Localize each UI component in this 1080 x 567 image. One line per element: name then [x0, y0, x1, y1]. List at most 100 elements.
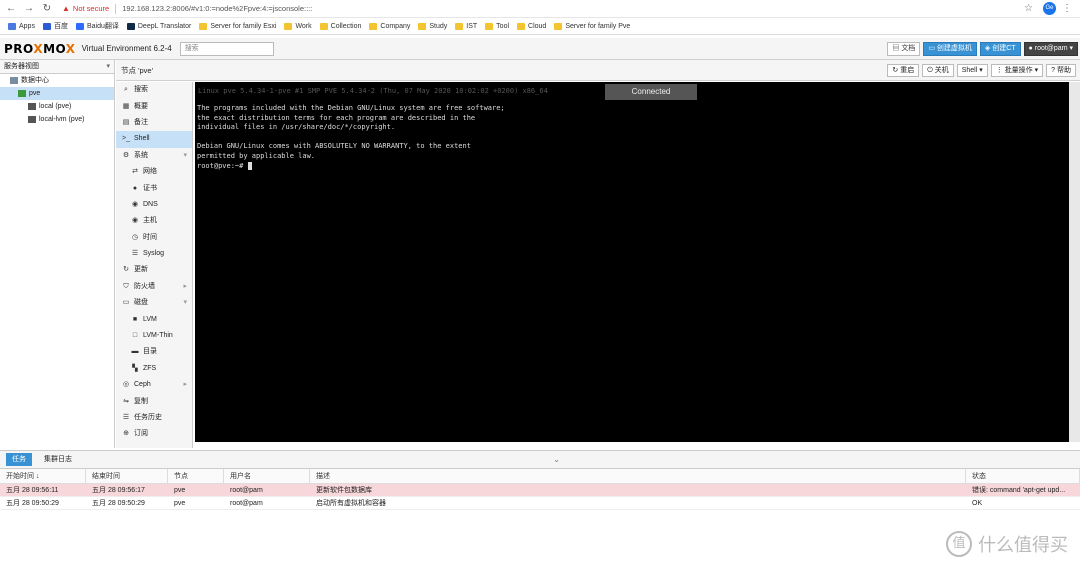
table-header: 开始时间 ↓ 结束时间 节点 用户名 描述 状态: [0, 468, 1080, 484]
bookmark-baidu[interactable]: 百度: [42, 21, 68, 31]
tab-cluster-log[interactable]: 集群日志: [38, 453, 78, 466]
watermark: 值什么值得买: [946, 531, 1068, 557]
search-input[interactable]: 搜索: [179, 41, 274, 56]
square-outline-icon: □: [132, 332, 138, 340]
notes-icon: ▤: [122, 118, 130, 126]
menu-item-time[interactable]: ◷ 时间: [116, 230, 192, 246]
menu-item-replication[interactable]: ⇋ 复制: [116, 393, 192, 409]
menu-item-system[interactable]: ⚙ 系统 ▾: [116, 148, 192, 164]
menu-item-firewall[interactable]: ⛉ 防火墙 ▸: [116, 279, 192, 295]
bookmark-folder[interactable]: Collection: [319, 22, 361, 30]
url-input[interactable]: ▲ Not secure 192.168.123.2:8006/#v1:0:=n…: [62, 2, 1024, 16]
shell-button[interactable]: Shell ▾: [956, 63, 988, 77]
user-menu-button[interactable]: ● root@pam ▾: [1023, 41, 1078, 56]
tab-tasks[interactable]: 任务: [6, 453, 32, 466]
bookmark-folder[interactable]: Study: [418, 22, 447, 30]
menu-item-shell[interactable]: >_ Shell: [116, 131, 192, 148]
menu-item-ceph[interactable]: ◎ Ceph ▸: [116, 377, 192, 393]
table-row[interactable]: 五月 28 09:56:11 五月 28 09:56:17 pve root@p…: [0, 484, 1080, 497]
menu-item-updates[interactable]: ↻ 更新: [116, 262, 192, 278]
col-desc[interactable]: 描述: [310, 468, 966, 484]
table-row[interactable]: 五月 28 09:50:29 五月 28 09:50:29 pve root@p…: [0, 497, 1080, 510]
col-node[interactable]: 节点: [168, 468, 224, 484]
pve-header: PROXMOX Virtual Environment 6.2-4 搜索 ▤ 文…: [0, 38, 1080, 60]
list-icon: ☰: [131, 250, 139, 258]
menu-item-task-history[interactable]: ☰ 任务历史: [116, 410, 192, 426]
tree-item-local-lvm[interactable]: local-lvm (pve): [0, 113, 114, 126]
bookmark-folder[interactable]: Server for family Pve: [554, 22, 630, 30]
header-actions: ▤ 文档 ▭ 创建虚拟机 ◈ 创建CT ● root@pam ▾: [884, 41, 1078, 56]
grid-icon: ▚: [132, 364, 138, 372]
menu-item-disks[interactable]: ▭ 磁盘 ▾: [116, 295, 192, 311]
bookmark-deepl[interactable]: DeepL Translator: [126, 22, 191, 30]
folder-icon: [369, 22, 378, 30]
reload-icon[interactable]: ↻: [40, 2, 54, 16]
profile-avatar[interactable]: Ge: [1043, 2, 1056, 15]
folder-icon: [199, 22, 208, 30]
tree-item-datacenter[interactable]: 数据中心: [0, 74, 114, 87]
browser-address-bar: ← → ↻ ▲ Not secure 192.168.123.2:8006/#v…: [0, 0, 1080, 18]
bookmark-folder[interactable]: Cloud: [517, 22, 546, 30]
bookmark-folder[interactable]: Tool: [485, 22, 509, 30]
globe-icon: ◉: [131, 200, 139, 208]
menu-item-zfs[interactable]: ▚ ZFS: [116, 361, 192, 377]
col-end[interactable]: 结束时间: [86, 468, 168, 484]
bookmark-star-icon[interactable]: ☆: [1024, 3, 1033, 14]
docs-button[interactable]: ▤ 文档: [887, 41, 921, 56]
tree-item-pve[interactable]: pve: [0, 87, 114, 100]
tree-view-selector[interactable]: 服务器视图 ▾: [0, 60, 114, 74]
node-title: 节点 'pve': [121, 65, 154, 75]
apps-grid-icon: [8, 22, 16, 30]
menu-item-summary[interactable]: ▦ 概要: [116, 98, 192, 114]
create-vm-button[interactable]: ▭ 创建虚拟机: [923, 41, 977, 56]
shell-terminal[interactable]: Linux pve 5.4.34-1-pve #1 SMP PVE 5.4.34…: [195, 82, 1069, 442]
restart-button[interactable]: ↻ 重启: [887, 63, 920, 77]
create-ct-button[interactable]: ◈ 创建CT: [979, 41, 1021, 56]
list-icon: ☰: [122, 414, 130, 421]
help-button[interactable]: ? 帮助: [1046, 63, 1076, 77]
disk-icon: ▭: [122, 299, 130, 307]
menu-item-search[interactable]: ⌕ 搜索: [116, 82, 192, 98]
menu-item-hosts[interactable]: ◉ 主机: [116, 213, 192, 229]
menu-item-directory[interactable]: ▬ 目录: [116, 344, 192, 360]
bookmark-baidu-translate[interactable]: Baidu翻译: [75, 21, 119, 31]
collapse-icon[interactable]: ⌄: [553, 455, 560, 464]
bookmark-folder[interactable]: Server for family Esxi: [199, 22, 276, 30]
menu-item-subscription[interactable]: ⊕ 订阅: [116, 426, 192, 442]
gear-icon: ⚙: [122, 151, 130, 159]
col-start[interactable]: 开始时间 ↓: [0, 468, 86, 484]
chevron-right-icon: ▸: [183, 282, 187, 290]
tree-item-local[interactable]: local (pve): [0, 100, 114, 113]
browser-menu-icon[interactable]: ⋮: [1062, 3, 1072, 14]
storage-icon: [28, 116, 36, 123]
terminal-icon: >_: [122, 135, 130, 143]
folder-icon: [418, 22, 427, 30]
chevron-down-icon: ▾: [183, 151, 187, 159]
bookmark-folder[interactable]: Work: [284, 22, 312, 30]
scrollbar[interactable]: [1069, 82, 1080, 442]
menu-item-network[interactable]: ⇄ 网络: [116, 164, 192, 180]
menu-item-syslog[interactable]: ☰ Syslog: [116, 246, 192, 262]
node-actions: ↻ 重启 ⏻ 关机 Shell ▾ ⋮ 批量操作 ▾ ? 帮助: [884, 63, 1076, 77]
certificate-icon: ●: [132, 184, 138, 192]
shutdown-button[interactable]: ⏻ 关机: [922, 63, 954, 77]
bookmark-folder[interactable]: Company: [369, 22, 410, 30]
connected-status: Connected: [605, 84, 697, 100]
menu-item-lvm-thin[interactable]: □ LVM-Thin: [116, 328, 192, 344]
menu-item-certificates[interactable]: ● 证书: [116, 180, 192, 196]
search-icon: ⌕: [124, 86, 128, 94]
folder-icon: [517, 22, 526, 30]
menu-item-notes[interactable]: ▤ 备注: [116, 115, 192, 131]
col-status[interactable]: 状态: [966, 468, 1080, 484]
bookmark-folder[interactable]: IST: [455, 22, 477, 30]
menu-item-dns[interactable]: ◉ DNS: [116, 197, 192, 213]
menu-item-lvm[interactable]: ■ LVM: [116, 311, 192, 327]
col-user[interactable]: 用户名: [224, 468, 310, 484]
back-icon[interactable]: ←: [4, 2, 18, 16]
globe-icon: ◉: [131, 217, 139, 225]
bulk-actions-button[interactable]: ⋮ 批量操作 ▾: [990, 63, 1044, 77]
translate-icon: [75, 22, 84, 30]
bookmarks-bar: Apps 百度 Baidu翻译 DeepL Translator Server …: [0, 18, 1080, 35]
forward-icon[interactable]: →: [22, 2, 36, 16]
bookmark-apps[interactable]: Apps: [8, 22, 35, 30]
